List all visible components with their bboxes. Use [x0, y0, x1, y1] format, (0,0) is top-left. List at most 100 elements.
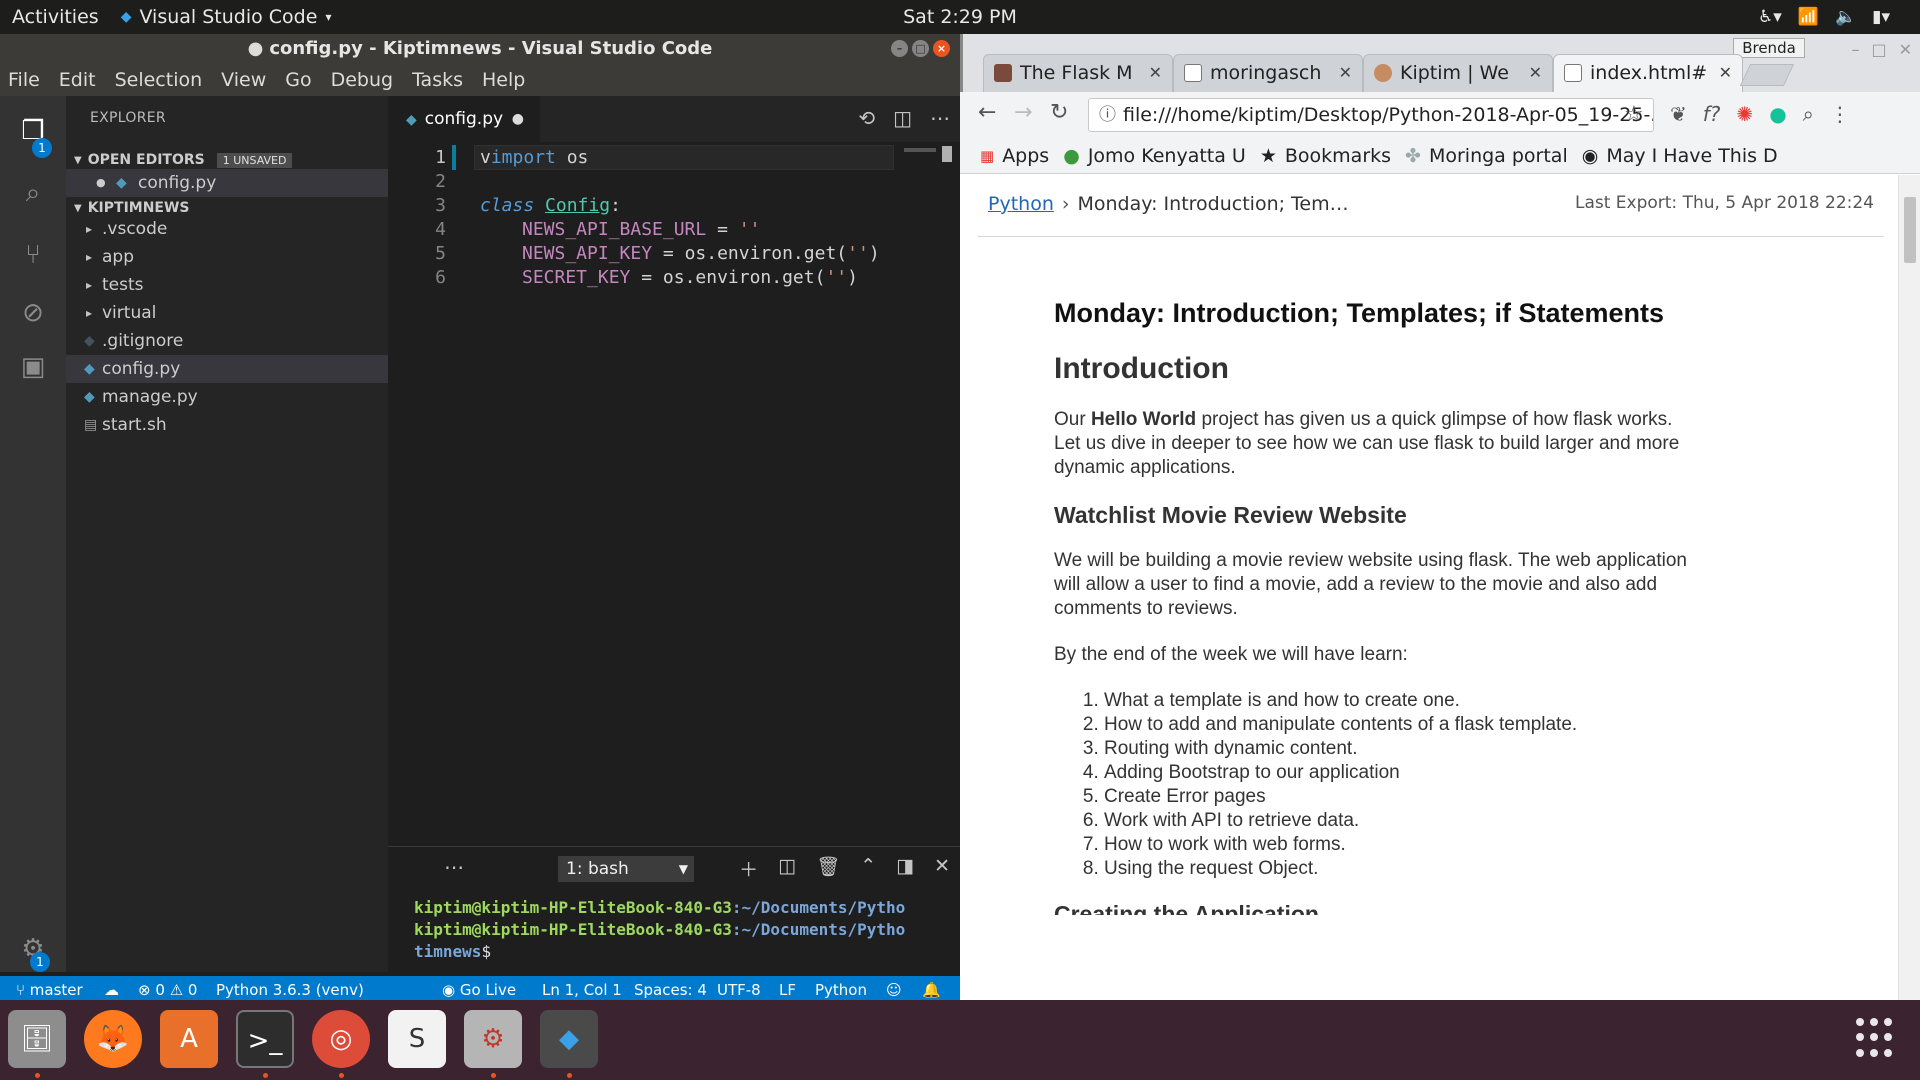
close-panel-icon[interactable]: ✕	[934, 855, 950, 882]
last-export-text: Last Export: Thu, 5 Apr 2018 22:24	[1574, 193, 1874, 213]
search-extension-icon[interactable]: ⌕	[1803, 102, 1814, 126]
close-icon[interactable]: ✕	[1899, 40, 1912, 59]
minimap-slider[interactable]	[942, 146, 952, 162]
evernote-extension-icon[interactable]: ❦	[1670, 102, 1687, 126]
more-actions-icon[interactable]: ⋯	[444, 855, 464, 879]
browser-tab[interactable]: moringasch ✕	[1173, 54, 1363, 92]
terminal-path: :~/Documents/Pytho	[731, 920, 906, 939]
terminal-selector[interactable]: 1: bash ▼	[558, 856, 694, 882]
split-terminal-icon[interactable]: ◫	[778, 855, 796, 882]
maximize-icon[interactable]: □	[912, 40, 929, 57]
menu-edit[interactable]: Edit	[59, 69, 96, 91]
extensions-icon[interactable]: ▣	[16, 350, 50, 384]
open-editors-header[interactable]: ▼ OPEN EDITORS 1 UNSAVED	[74, 152, 293, 168]
close-tab-icon[interactable]: ✕	[1719, 55, 1732, 91]
terminal-line[interactable]: timnews$	[414, 941, 491, 963]
terminal-app-icon[interactable]: >_	[236, 1010, 294, 1068]
tree-item-gitignore[interactable]: ◆ .gitignore	[66, 327, 388, 355]
menu-file[interactable]: File	[8, 69, 40, 91]
debug-icon[interactable]: ⊘	[16, 296, 50, 330]
tree-item-virtual[interactable]: ▸ virtual	[66, 299, 388, 327]
info-icon[interactable]: ⓘ	[1099, 99, 1116, 131]
app-menu[interactable]: ◆ Visual Studio Code ▾	[121, 6, 332, 28]
minimize-icon[interactable]: –	[1851, 40, 1859, 59]
formula-extension-icon[interactable]: f?	[1703, 102, 1721, 126]
page-scrollbar[interactable]	[1898, 175, 1920, 1000]
section-heading: Introduction	[1054, 352, 1229, 385]
tab-config-py[interactable]: ◆ config.py ●	[388, 96, 540, 142]
files-app-icon[interactable]: 🗄	[8, 1010, 66, 1068]
bookmark-bookmarks[interactable]: ★ Bookmarks	[1260, 145, 1391, 167]
minimize-icon[interactable]: –	[891, 40, 908, 57]
more-actions-icon[interactable]: ⋯	[930, 106, 950, 130]
open-changes-icon[interactable]: ⟲	[858, 106, 875, 130]
tree-item-config[interactable]: ◆ config.py	[66, 355, 388, 383]
browser-tab[interactable]: The Flask M ✕	[983, 54, 1173, 92]
terminal-line[interactable]: kiptim@kiptim-HP-EliteBook-840-G3:~/Docu…	[414, 897, 905, 919]
firefox-app-icon[interactable]: 🦊	[84, 1010, 142, 1068]
tree-item-start[interactable]: ▤ start.sh	[66, 411, 388, 439]
menu-go[interactable]: Go	[285, 69, 311, 91]
bookmark-moringa-portal[interactable]: ✤ Moringa portal	[1405, 145, 1568, 167]
browser-tab[interactable]: Kiptim | We ✕	[1363, 54, 1553, 92]
cursor-char: v	[480, 147, 491, 168]
code-editor[interactable]: 1 2 3 4 5 6 vimport os class Config: NEW…	[388, 142, 960, 846]
chrome-menu-icon[interactable]: ⋮	[1830, 102, 1850, 126]
wifi-icon[interactable]: 📶	[1798, 7, 1819, 27]
toggle-panel-position-icon[interactable]: ◨	[896, 855, 914, 882]
tree-item-vscode[interactable]: ▸ .vscode	[66, 215, 388, 243]
settings-app-icon[interactable]: ⚙	[464, 1010, 522, 1068]
profile-button[interactable]: Brenda	[1733, 38, 1805, 58]
split-editor-icon[interactable]: ◫	[893, 106, 912, 130]
scrollbar-thumb[interactable]	[1904, 197, 1916, 263]
add-terminal-icon[interactable]: ＋	[739, 855, 758, 882]
search-icon[interactable]: ⌕	[16, 176, 50, 210]
close-tab-icon[interactable]: ✕	[1339, 55, 1352, 91]
menu-selection[interactable]: Selection	[115, 69, 203, 91]
apps-grid-icon: ▦	[980, 146, 995, 165]
software-center-icon[interactable]: A	[160, 1010, 218, 1068]
tree-item-app[interactable]: ▸ app	[66, 243, 388, 271]
grammarly-extension-icon[interactable]: ●	[1769, 102, 1786, 126]
menu-debug[interactable]: Debug	[331, 69, 393, 91]
battery-icon[interactable]: ▮▾	[1872, 7, 1890, 27]
menu-tasks[interactable]: Tasks	[412, 69, 463, 91]
new-tab-button[interactable]	[1739, 64, 1795, 86]
address-bar[interactable]: ⓘ file:///home/kiptim/Desktop/Python-201…	[1088, 98, 1654, 132]
bookmark-star-icon[interactable]: ☆	[1624, 104, 1644, 126]
close-tab-icon[interactable]: ✕	[1529, 55, 1542, 91]
menu-view[interactable]: View	[221, 69, 266, 91]
accessibility-icon[interactable]: ♿▾	[1758, 7, 1782, 27]
activities-button[interactable]: Activities	[12, 6, 99, 28]
maximize-icon[interactable]: □	[1871, 40, 1886, 59]
color-picker-extension-icon[interactable]: ✺	[1736, 102, 1753, 126]
bookmark-may-i-have-this[interactable]: ◉ May I Have This D	[1582, 145, 1778, 167]
trash-icon[interactable]: 🗑	[816, 855, 840, 882]
open-editor-item[interactable]: ● ◆ config.py	[66, 169, 388, 197]
tree-item-manage[interactable]: ◆ manage.py	[66, 383, 388, 411]
close-icon[interactable]: ×	[933, 40, 950, 57]
browser-tab-active[interactable]: index.html# ✕	[1553, 54, 1743, 92]
code-text: os	[555, 147, 589, 168]
bookmark-apps[interactable]: ▦ Apps	[980, 145, 1049, 167]
close-tab-icon[interactable]: ✕	[1149, 55, 1162, 91]
back-icon[interactable]: ←	[978, 100, 996, 125]
source-control-icon[interactable]: ⑂	[16, 238, 50, 272]
menu-help[interactable]: Help	[482, 69, 525, 91]
minimap[interactable]	[904, 148, 936, 152]
volume-icon[interactable]: 🔈	[1835, 7, 1856, 27]
chrome-app-icon[interactable]: ◎	[312, 1010, 370, 1068]
bookmark-jomo-kenyatta[interactable]: ● Jomo Kenyatta U	[1063, 145, 1246, 167]
breadcrumb-link-python[interactable]: Python	[988, 193, 1054, 215]
show-applications-icon[interactable]	[1856, 1018, 1896, 1058]
maximize-panel-icon[interactable]: ⌃	[860, 855, 876, 882]
terminal-line[interactable]: kiptim@kiptim-HP-EliteBook-840-G3:~/Docu…	[414, 919, 905, 941]
slack-app-icon[interactable]: S	[388, 1010, 446, 1068]
forward-icon[interactable]: →	[1014, 100, 1032, 125]
unsaved-dot-icon[interactable]: ●	[512, 96, 524, 142]
tree-item-tests[interactable]: ▸ tests	[66, 271, 388, 299]
vscode-app-icon[interactable]: ◆	[540, 1010, 598, 1068]
chevron-down-icon: ▼	[74, 154, 82, 166]
project-header[interactable]: ▼ KIPTIMNEWS	[74, 200, 190, 216]
reload-icon[interactable]: ↻	[1050, 100, 1068, 125]
